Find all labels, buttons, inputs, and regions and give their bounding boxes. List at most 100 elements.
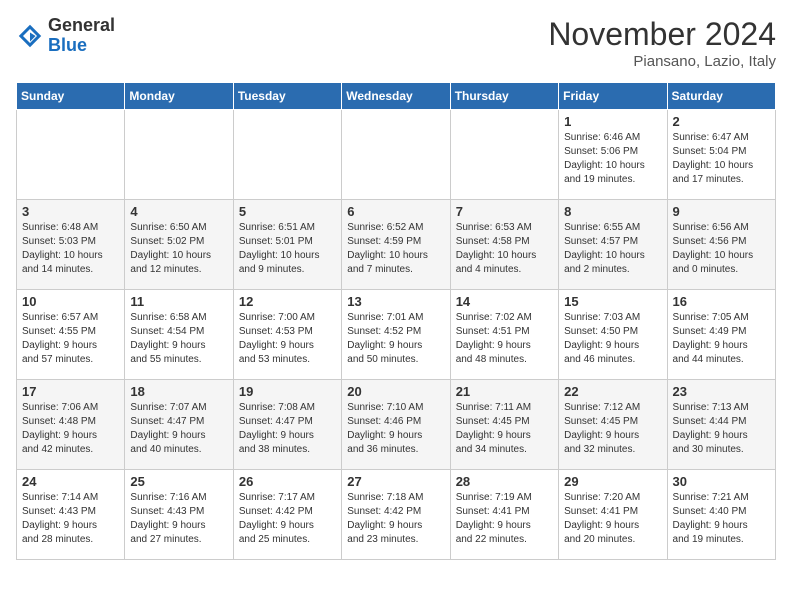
- day-info: Sunrise: 7:03 AM Sunset: 4:50 PM Dayligh…: [564, 311, 661, 367]
- day-info: Sunrise: 7:14 AM Sunset: 4:43 PM Dayligh…: [22, 491, 119, 547]
- calendar-table: SundayMondayTuesdayWednesdayThursdayFrid…: [16, 82, 776, 560]
- day-info: Sunrise: 7:16 AM Sunset: 4:43 PM Dayligh…: [130, 491, 227, 547]
- logo-icon: [16, 22, 44, 50]
- logo-blue: Blue: [48, 35, 87, 55]
- day-info: Sunrise: 7:11 AM Sunset: 4:45 PM Dayligh…: [456, 401, 553, 457]
- page-header: General Blue November 2024 Piansano, Laz…: [16, 16, 776, 70]
- calendar-cell: 16Sunrise: 7:05 AM Sunset: 4:49 PM Dayli…: [667, 290, 775, 380]
- day-info: Sunrise: 7:21 AM Sunset: 4:40 PM Dayligh…: [673, 491, 770, 547]
- title-block: November 2024 Piansano, Lazio, Italy: [548, 16, 776, 70]
- calendar-cell: 18Sunrise: 7:07 AM Sunset: 4:47 PM Dayli…: [125, 380, 233, 470]
- calendar-cell: 4 Sunrise: 6:50 AM Sunset: 5:02 PM Daylig…: [125, 200, 233, 290]
- calendar-cell: 21Sunrise: 7:11 AM Sunset: 4:45 PM Dayli…: [450, 380, 558, 470]
- calendar-week-2: 3 Sunrise: 6:48 AM Sunset: 5:03 PM Daylig…: [17, 200, 776, 290]
- weekday-header-tuesday: Tuesday: [233, 83, 341, 110]
- day-info: Sunrise: 6:58 AM Sunset: 4:54 PM Dayligh…: [130, 311, 227, 367]
- day-info: Sunrise: 6:48 AM Sunset: 5:03 PM Dayligh…: [22, 221, 119, 277]
- calendar-cell: 1 Sunrise: 6:46 AM Sunset: 5:06 PM Daylig…: [559, 110, 667, 200]
- calendar-cell: [233, 110, 341, 200]
- day-info: Sunrise: 7:18 AM Sunset: 4:42 PM Dayligh…: [347, 491, 444, 547]
- day-info: Sunrise: 7:12 AM Sunset: 4:45 PM Dayligh…: [564, 401, 661, 457]
- day-info: Sunrise: 7:01 AM Sunset: 4:52 PM Dayligh…: [347, 311, 444, 367]
- day-info: Sunrise: 7:02 AM Sunset: 4:51 PM Dayligh…: [456, 311, 553, 367]
- day-number: 12: [239, 294, 336, 309]
- location-subtitle: Piansano, Lazio, Italy: [548, 53, 776, 70]
- calendar-cell: 12 Sunrise: 7:00 AM Sunset: 4:53 PM Dayli…: [233, 290, 341, 380]
- day-info: Sunrise: 7:19 AM Sunset: 4:41 PM Dayligh…: [456, 491, 553, 547]
- day-number: 11: [130, 294, 227, 309]
- day-info: Sunrise: 7:20 AM Sunset: 4:41 PM Dayligh…: [564, 491, 661, 547]
- day-info: Sunrise: 7:07 AM Sunset: 4:47 PM Dayligh…: [130, 401, 227, 457]
- calendar-cell: 8 Sunrise: 6:55 AM Sunset: 4:57 PM Daylig…: [559, 200, 667, 290]
- calendar-cell: [342, 110, 450, 200]
- day-info: Sunrise: 6:57 AM Sunset: 4:55 PM Dayligh…: [22, 311, 119, 367]
- calendar-cell: 13 Sunrise: 7:01 AM Sunset: 4:52 PM Dayli…: [342, 290, 450, 380]
- calendar-cell: 25 Sunrise: 7:16 AM Sunset: 4:43 PM Dayli…: [125, 470, 233, 560]
- day-info: Sunrise: 7:06 AM Sunset: 4:48 PM Dayligh…: [22, 401, 119, 457]
- day-number: 8: [564, 204, 661, 219]
- calendar-cell: 3 Sunrise: 6:48 AM Sunset: 5:03 PM Daylig…: [17, 200, 125, 290]
- calendar-week-4: 17 Sunrise: 7:06 AM Sunset: 4:48 PM Dayli…: [17, 380, 776, 470]
- weekday-header-monday: Monday: [125, 83, 233, 110]
- calendar-cell: 27 Sunrise: 7:18 AM Sunset: 4:42 PM Dayli…: [342, 470, 450, 560]
- day-number: 3: [22, 204, 119, 219]
- day-number: 25: [130, 474, 227, 489]
- calendar-cell: 29Sunrise: 7:20 AM Sunset: 4:41 PM Dayli…: [559, 470, 667, 560]
- calendar-cell: 15 Sunrise: 7:03 AM Sunset: 4:50 PM Dayli…: [559, 290, 667, 380]
- calendar-week-1: 1 Sunrise: 6:46 AM Sunset: 5:06 PM Daylig…: [17, 110, 776, 200]
- day-number: 9: [673, 204, 770, 219]
- weekday-header-friday: Friday: [559, 83, 667, 110]
- calendar-cell: 17 Sunrise: 7:06 AM Sunset: 4:48 PM Dayli…: [17, 380, 125, 470]
- day-info: Sunrise: 6:47 AM Sunset: 5:04 PM Dayligh…: [673, 131, 770, 187]
- day-info: Sunrise: 7:00 AM Sunset: 4:53 PM Dayligh…: [239, 311, 336, 367]
- logo-text: General Blue: [48, 16, 115, 56]
- logo-general: General: [48, 15, 115, 35]
- day-info: Sunrise: 6:46 AM Sunset: 5:06 PM Dayligh…: [564, 131, 661, 187]
- weekday-header-wednesday: Wednesday: [342, 83, 450, 110]
- day-number: 2: [673, 114, 770, 129]
- day-info: Sunrise: 6:50 AM Sunset: 5:02 PM Dayligh…: [130, 221, 227, 277]
- calendar-cell: 22 Sunrise: 7:12 AM Sunset: 4:45 PM Dayli…: [559, 380, 667, 470]
- day-number: 15: [564, 294, 661, 309]
- calendar-cell: 24Sunrise: 7:14 AM Sunset: 4:43 PM Dayli…: [17, 470, 125, 560]
- weekday-header-row: SundayMondayTuesdayWednesdayThursdayFrid…: [17, 83, 776, 110]
- calendar-cell: 9 Sunrise: 6:56 AM Sunset: 4:56 PM Daylig…: [667, 200, 775, 290]
- weekday-header-saturday: Saturday: [667, 83, 775, 110]
- calendar-cell: 7Sunrise: 6:53 AM Sunset: 4:58 PM Daylig…: [450, 200, 558, 290]
- day-number: 22: [564, 384, 661, 399]
- day-info: Sunrise: 6:51 AM Sunset: 5:01 PM Dayligh…: [239, 221, 336, 277]
- day-number: 1: [564, 114, 661, 129]
- calendar-body: 1 Sunrise: 6:46 AM Sunset: 5:06 PM Daylig…: [17, 110, 776, 560]
- day-number: 13: [347, 294, 444, 309]
- calendar-week-3: 10Sunrise: 6:57 AM Sunset: 4:55 PM Dayli…: [17, 290, 776, 380]
- day-info: Sunrise: 6:56 AM Sunset: 4:56 PM Dayligh…: [673, 221, 770, 277]
- calendar-cell: [125, 110, 233, 200]
- calendar-cell: 2 Sunrise: 6:47 AM Sunset: 5:04 PM Daylig…: [667, 110, 775, 200]
- day-number: 4: [130, 204, 227, 219]
- calendar-cell: [17, 110, 125, 200]
- day-number: 20: [347, 384, 444, 399]
- calendar-cell: 10Sunrise: 6:57 AM Sunset: 4:55 PM Dayli…: [17, 290, 125, 380]
- day-info: Sunrise: 7:08 AM Sunset: 4:47 PM Dayligh…: [239, 401, 336, 457]
- day-number: 5: [239, 204, 336, 219]
- day-number: 28: [456, 474, 553, 489]
- day-info: Sunrise: 6:55 AM Sunset: 4:57 PM Dayligh…: [564, 221, 661, 277]
- calendar-cell: 5 Sunrise: 6:51 AM Sunset: 5:01 PM Daylig…: [233, 200, 341, 290]
- day-info: Sunrise: 7:10 AM Sunset: 4:46 PM Dayligh…: [347, 401, 444, 457]
- calendar-cell: 6Sunrise: 6:52 AM Sunset: 4:59 PM Daylig…: [342, 200, 450, 290]
- day-number: 30: [673, 474, 770, 489]
- day-number: 27: [347, 474, 444, 489]
- calendar-cell: 19Sunrise: 7:08 AM Sunset: 4:47 PM Dayli…: [233, 380, 341, 470]
- day-number: 14: [456, 294, 553, 309]
- calendar-cell: 30 Sunrise: 7:21 AM Sunset: 4:40 PM Dayli…: [667, 470, 775, 560]
- day-info: Sunrise: 7:17 AM Sunset: 4:42 PM Dayligh…: [239, 491, 336, 547]
- calendar-cell: 11 Sunrise: 6:58 AM Sunset: 4:54 PM Dayli…: [125, 290, 233, 380]
- calendar-cell: 14 Sunrise: 7:02 AM Sunset: 4:51 PM Dayli…: [450, 290, 558, 380]
- day-info: Sunrise: 6:52 AM Sunset: 4:59 PM Dayligh…: [347, 221, 444, 277]
- calendar-cell: 28 Sunrise: 7:19 AM Sunset: 4:41 PM Dayli…: [450, 470, 558, 560]
- day-number: 23: [673, 384, 770, 399]
- calendar-week-5: 24Sunrise: 7:14 AM Sunset: 4:43 PM Dayli…: [17, 470, 776, 560]
- day-number: 17: [22, 384, 119, 399]
- calendar-cell: 26Sunrise: 7:17 AM Sunset: 4:42 PM Dayli…: [233, 470, 341, 560]
- month-title: November 2024: [548, 16, 776, 53]
